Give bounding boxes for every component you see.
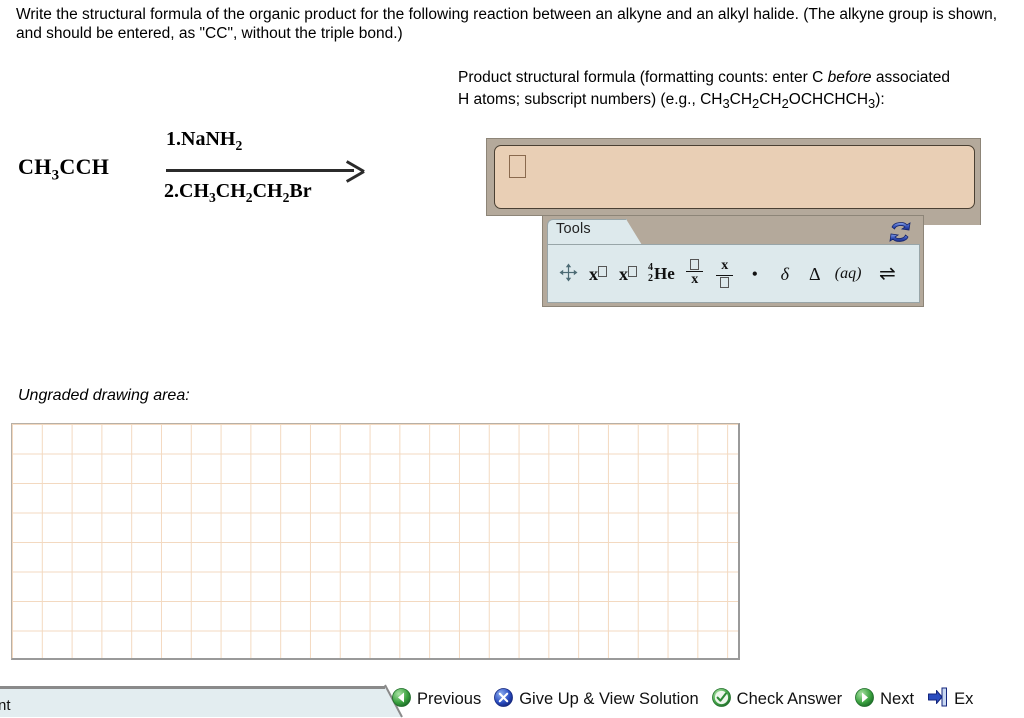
reagent-below-s1: 3 [209, 190, 216, 205]
answer-input[interactable] [494, 145, 975, 209]
subscript-tool-button[interactable]: x [618, 254, 638, 294]
ex-p4: OCHCHCH [788, 91, 869, 108]
drawing-area-canvas[interactable] [11, 423, 740, 660]
tools-tab-label: Tools [556, 221, 591, 237]
isotope-atomic-number: 2 [648, 272, 653, 284]
subscript-x-label: x [619, 263, 628, 284]
isotope-element-symbol: He [654, 264, 675, 283]
next-button-label: Next [880, 690, 915, 708]
aqueous-tool-button[interactable]: (aq) [835, 254, 862, 294]
ex-p3: CH [759, 91, 782, 108]
box-over-x-icon: x [686, 258, 704, 288]
delta-uppercase-tool-button[interactable]: Δ [805, 254, 825, 294]
green-check-circle-icon [711, 687, 731, 712]
subscript-empty-box-icon [628, 266, 637, 280]
reaction-reagent-above: 1.NaNH2 [166, 128, 242, 154]
check-answer-button[interactable]: Check Answer [711, 687, 843, 712]
superscript-empty-box-icon [598, 266, 607, 280]
green-right-arrow-icon [855, 687, 875, 712]
move-cross-arrows-icon [559, 263, 578, 285]
question-prompt: Write the structural formula of the orga… [16, 5, 1011, 43]
reaction-arrow-shaft [166, 169, 354, 172]
isotope-mass-number: 4 [648, 262, 653, 273]
instruction-line-1: Product structural formula (formatting c… [458, 69, 824, 86]
reagent-above-text: 1.NaNH [166, 128, 236, 150]
reactant-rest: CCH [59, 154, 110, 179]
superscript-x-label: x [589, 263, 598, 284]
give-up-button[interactable]: Give Up & View Solution [494, 687, 699, 712]
delta-lowercase-tool-button[interactable]: δ [775, 254, 795, 294]
exit-button[interactable]: Ex [927, 687, 973, 712]
isotope-tool-button[interactable]: 4 2 He [648, 254, 675, 294]
tools-tab-edge [626, 219, 642, 245]
drawing-area-label: Ungraded drawing area: [18, 387, 190, 404]
reaction-reagent-below: 2.CH3CH2CH2Br [164, 180, 312, 206]
move-tool-button[interactable] [558, 254, 578, 294]
reagent-below-s2: 2 [245, 190, 253, 205]
reagent-above-sub: 2 [235, 138, 243, 153]
equilibrium-arrow-tool-button[interactable]: ⇌ [877, 254, 897, 294]
answer-entry-assembly: Tools x x 4 2 He x x • δ Δ (aq) ⇌ [486, 138, 981, 310]
assignment-tab[interactable]: nt [0, 686, 385, 717]
isotope-numbers: 4 2 [648, 262, 653, 284]
previous-button[interactable]: Previous [392, 687, 482, 712]
blue-x-circle-icon [494, 687, 514, 712]
tools-button-row: x x 4 2 He x x • δ Δ (aq) ⇌ [547, 244, 920, 303]
exit-button-label: Ex [954, 690, 974, 708]
check-answer-button-label: Check Answer [736, 690, 843, 708]
ex-p1: CH [700, 91, 723, 108]
answer-cursor-placeholder[interactable] [509, 155, 526, 178]
bullet-tool-button[interactable]: • [745, 254, 765, 294]
product-instructions: Product structural formula (formatting c… [458, 67, 958, 115]
ex-p2: CH [729, 91, 753, 108]
superscript-tool-button[interactable]: x [588, 254, 608, 294]
answer-field-frame [486, 138, 981, 216]
reagent-below-p2: CH [215, 180, 246, 202]
bottom-toolbar: nt Previous Give Up & View Solution Chec… [0, 682, 1024, 718]
assignment-tab-label: nt [0, 697, 11, 714]
x-over-box-icon: x [716, 258, 734, 289]
reactant-ch: CH [18, 154, 52, 179]
next-button[interactable]: Next [855, 687, 915, 712]
ex-p5: ): [875, 91, 885, 108]
tools-panel: Tools x x 4 2 He x x • δ Δ (aq) ⇌ [542, 215, 924, 307]
prompt-line-1: Write the structural formula of the orga… [16, 6, 749, 23]
reaction-equation: CH3CCH 1.NaNH2 2.CH3CH2CH2Br [18, 128, 418, 218]
refresh-arrows-icon[interactable] [885, 218, 915, 246]
reaction-reactant: CH3CCH [18, 154, 109, 184]
green-left-arrow-icon [392, 687, 411, 712]
fraction-numerator-tool-button[interactable]: x [685, 254, 705, 294]
blue-exit-door-icon [927, 687, 948, 712]
reagent-below-p4: Br [289, 180, 312, 202]
ex-s3: 2 [781, 96, 789, 112]
instruction-emphasis-before: before [827, 69, 872, 86]
reagent-below-p3: CH [252, 180, 283, 202]
ex-s1: 3 [722, 96, 730, 112]
reagent-below-p1: 2.CH [164, 180, 209, 202]
navigation-buttons: Previous Give Up & View Solution Check A… [392, 682, 986, 717]
previous-button-label: Previous [417, 690, 482, 708]
fraction-denominator-tool-button[interactable]: x [715, 254, 735, 294]
give-up-button-label: Give Up & View Solution [519, 690, 699, 708]
instruction-example-formula: CH3CH2CH2OCHCHCH3): [700, 91, 885, 112]
